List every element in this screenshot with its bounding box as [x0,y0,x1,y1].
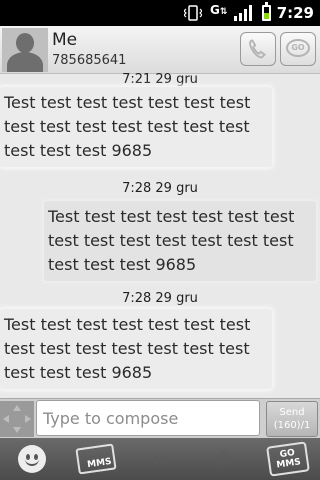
dpad-icon[interactable] [0,401,34,437]
go-chat-button[interactable]: GO [280,32,316,66]
compose-bar: Send (160)/1 [0,398,320,438]
phone-icon [249,39,267,59]
bottom-toolbar: MMS ↩ ⇩ GO MMS [0,438,320,480]
battery-icon [262,2,271,21]
mms-attach-icon: MMS [75,443,117,475]
contact-number: 785685641 [52,53,127,68]
send-counter: (160)/1 [273,420,311,431]
message-incoming[interactable]: Test test test test test test test test … [0,87,272,167]
message-timestamp: 7:21 29 gru [122,72,198,87]
compose-input[interactable] [36,400,260,436]
call-button[interactable] [240,32,276,66]
mms-attach-button[interactable]: MMS [64,438,128,480]
go-mms-icon: GO MMS [266,441,310,477]
emoji-icon [18,445,46,473]
contact-header: Me 785685641 GO [0,26,320,74]
down-icon: ⇩ [215,447,233,471]
go-chat-icon: GO [286,39,310,57]
back-button[interactable]: ↩ [128,438,192,480]
message-incoming[interactable]: Test test test test test test test test … [0,309,272,389]
data-transfer-icon: G⇅ [210,3,228,17]
status-bar: G⇅ 7:29 [0,0,320,26]
signal-icon [234,5,252,21]
message-list[interactable]: 7:21 29 gru Test test test test test tes… [0,72,320,395]
emoji-button[interactable] [0,438,64,480]
send-button[interactable]: Send (160)/1 [266,401,318,437]
contact-name: Me [52,30,78,50]
send-label: Send [279,407,305,418]
back-icon: ↩ [151,447,169,471]
go-mms-button[interactable]: GO MMS [256,438,320,480]
vibrate-icon [184,5,202,21]
avatar[interactable] [2,28,48,72]
down-button[interactable]: ⇩ [192,438,256,480]
clock: 7:29 [276,4,314,22]
message-outgoing[interactable]: Test test test test test test test test … [44,201,316,281]
message-timestamp: 7:28 29 gru [122,291,198,306]
message-timestamp: 7:28 29 gru [122,181,198,196]
